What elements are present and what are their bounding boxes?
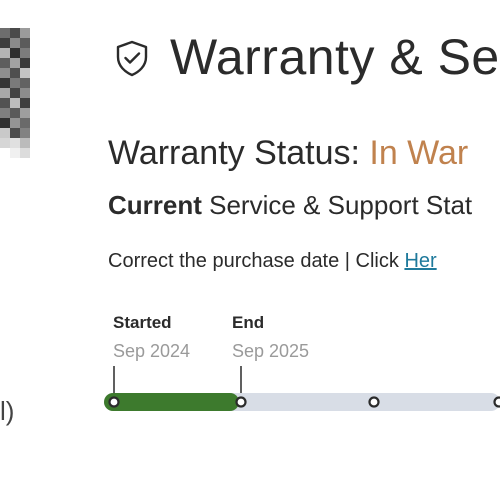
warranty-status-value: In War: [369, 134, 469, 172]
thumbnail-pixel: [10, 28, 20, 38]
thumbnail-pixel: [0, 148, 10, 158]
milestone-end-label: End: [232, 313, 265, 332]
thumbnail-pixel: [0, 58, 10, 68]
thumbnail-pixel: [10, 88, 20, 98]
correct-purchase-date-text: Correct the purchase date | Click: [108, 250, 405, 272]
milestone-end-date: Sep 2025: [232, 341, 310, 361]
thumbnail-pixel: [10, 118, 20, 128]
warranty-status-label: Warranty Status:: [108, 134, 370, 172]
side-text-fragment: l): [0, 396, 15, 426]
timeline-progress: [104, 393, 239, 411]
timeline-dot-start: [108, 396, 120, 408]
thumbnail-pixel: [10, 98, 20, 108]
thumbnail-pixel: [0, 138, 10, 148]
thumbnail-pixel: [0, 68, 10, 78]
thumbnail-pixel: [20, 108, 30, 118]
thumbnail-pixel: [20, 28, 30, 38]
thumbnail-pixel: [0, 128, 10, 138]
thumbnail-pixel: [10, 68, 20, 78]
thumbnail-pixel: [0, 88, 10, 98]
product-thumbnail: [0, 28, 30, 158]
page-title: Warranty & Se: [170, 29, 500, 85]
thumbnail-pixel: [20, 38, 30, 48]
timeline-dot: [368, 396, 380, 408]
thumbnail-pixel: [20, 78, 30, 88]
correct-purchase-date-line: Correct the purchase date | Click Her: [108, 250, 437, 273]
thumbnail-pixel: [10, 148, 20, 158]
thumbnail-pixel: [20, 128, 30, 138]
thumbnail-pixel: [0, 48, 10, 58]
thumbnail-pixel: [0, 78, 10, 88]
thumbnail-pixel: [10, 138, 20, 148]
thumbnail-pixel: [10, 78, 20, 88]
thumbnail-pixel: [20, 118, 30, 128]
thumbnail-pixel: [20, 98, 30, 108]
shield-check-icon: [116, 40, 148, 77]
thumbnail-pixel: [20, 138, 30, 148]
timeline-dot-end: [235, 396, 247, 408]
milestone-started-label: Started: [113, 313, 172, 332]
thumbnail-pixel: [20, 88, 30, 98]
timeline-dot: [493, 396, 500, 408]
milestone-end: End Sep 2025: [232, 313, 309, 362]
thumbnail-pixel: [10, 38, 20, 48]
current-label: Current: [108, 190, 202, 220]
thumbnail-pixel: [10, 108, 20, 118]
thumbnail-pixel: [0, 108, 10, 118]
thumbnail-pixel: [10, 128, 20, 138]
warranty-page: l) Warranty & Se Warranty Status: In War…: [0, 0, 500, 500]
thumbnail-pixel: [0, 38, 10, 48]
page-header: Warranty & Se: [112, 28, 500, 86]
current-service-heading: Current Service & Support Stat: [108, 190, 472, 221]
thumbnail-pixel: [20, 148, 30, 158]
thumbnail-pixel: [20, 68, 30, 78]
thumbnail-pixel: [20, 58, 30, 68]
milestone-started: Started Sep 2024: [113, 313, 190, 362]
warranty-timeline: [104, 366, 500, 411]
thumbnail-pixel: [0, 118, 10, 128]
milestone-started-date: Sep 2024: [113, 341, 191, 361]
thumbnail-pixel: [20, 48, 30, 58]
thumbnail-pixel: [10, 58, 20, 68]
warranty-status: Warranty Status: In War: [108, 134, 468, 173]
service-support-label: Service & Support Stat: [201, 190, 473, 220]
thumbnail-pixel: [10, 48, 20, 58]
click-here-link[interactable]: Her: [404, 250, 436, 272]
thumbnail-pixel: [0, 98, 10, 108]
thumbnail-pixel: [0, 28, 10, 38]
